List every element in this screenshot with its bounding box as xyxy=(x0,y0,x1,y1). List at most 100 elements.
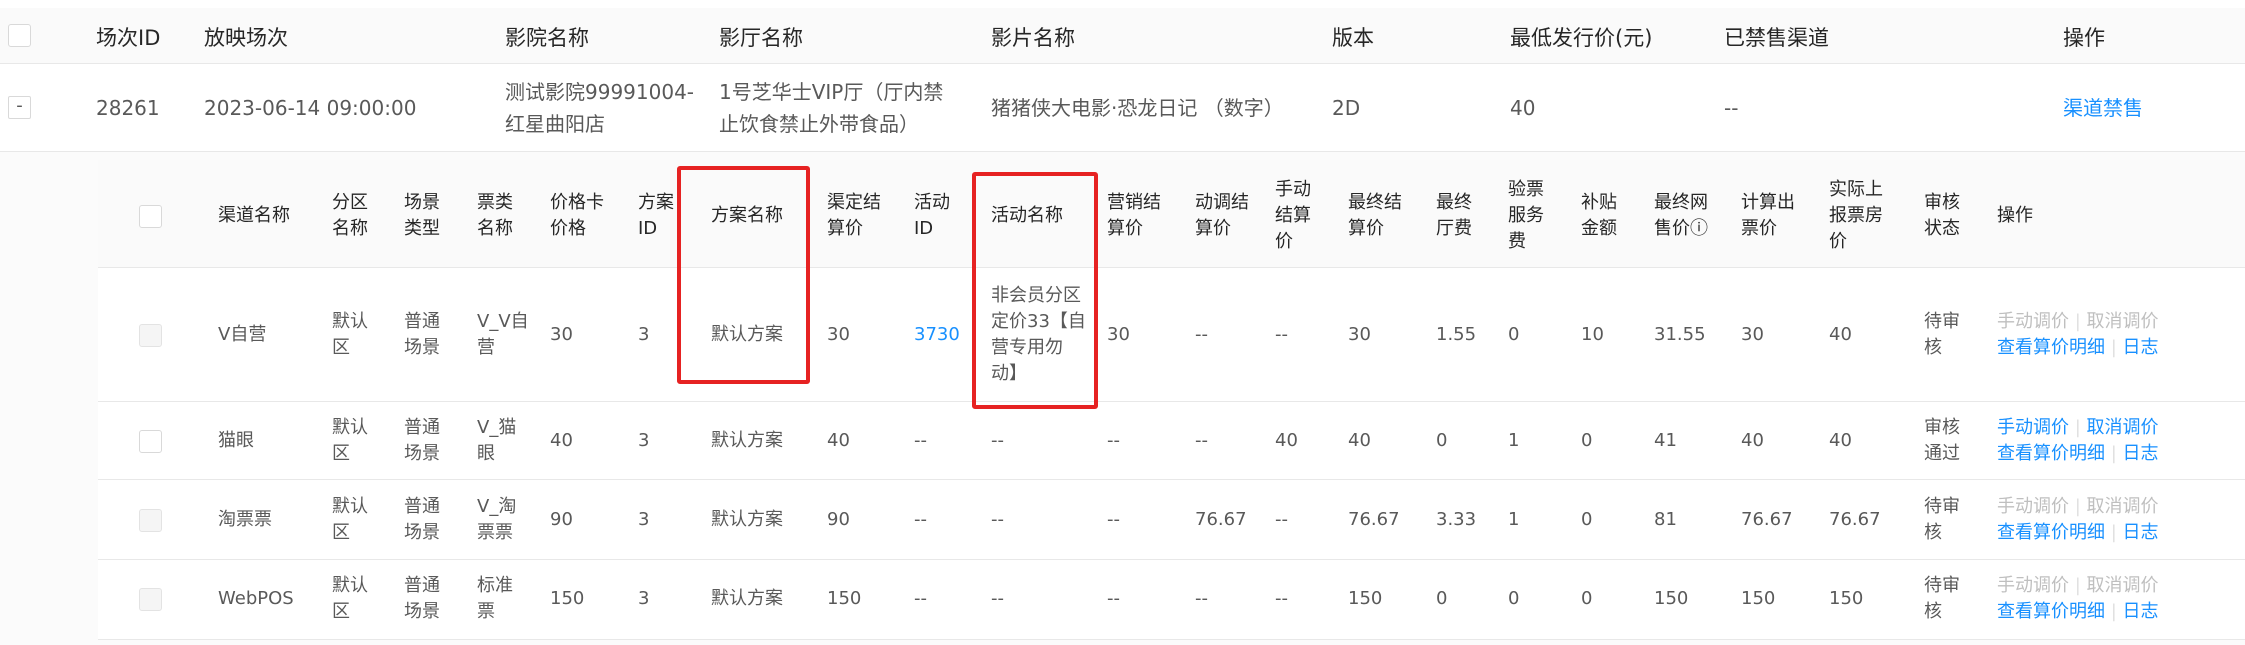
calc-ticket-price: 30 xyxy=(1741,324,1764,345)
header-activity-id: 活动 ID xyxy=(914,192,950,239)
row-actions: 手动调价 | 取消调价 查看算价明细 | 日志 xyxy=(1997,311,2159,358)
manual-settle: -- xyxy=(1275,324,1288,345)
channel-settle-price: 150 xyxy=(827,588,862,609)
marketing-settle: -- xyxy=(1107,430,1120,451)
film-name: 猪猪侠大电影·恐龙日记 （数字） xyxy=(991,96,1284,120)
header-session-id: 场次ID xyxy=(96,26,161,50)
activity-id: -- xyxy=(914,430,927,451)
header-cinema: 影院名称 xyxy=(505,26,589,50)
header-zone: 分区 名称 xyxy=(332,192,368,239)
cancel-adjust-link[interactable]: 取消调价 xyxy=(2087,575,2159,596)
header-channel-settle: 渠定结 算价 xyxy=(827,192,881,239)
plan-id: 3 xyxy=(638,588,650,609)
manual-adjust-link[interactable]: 手动调价 xyxy=(1997,311,2069,332)
calc-ticket-price: 40 xyxy=(1741,430,1764,451)
row-checkbox[interactable] xyxy=(139,324,162,347)
activity-id: -- xyxy=(914,588,927,609)
actual-box-price: 76.67 xyxy=(1829,509,1881,530)
row-actions: 手动调价 | 取消调价 查看算价明细 | 日志 xyxy=(1997,496,2159,543)
price-card: 30 xyxy=(550,324,573,345)
view-calc-detail-link[interactable]: 查看算价明细 xyxy=(1997,337,2105,358)
header-plan-id: 方案 ID xyxy=(638,192,674,239)
header-scene: 场景 类型 xyxy=(404,192,440,239)
marketing-settle: -- xyxy=(1107,509,1120,530)
header-channel: 渠道名称 xyxy=(218,205,290,226)
dynamic-settle: 76.67 xyxy=(1195,509,1247,530)
final-online-price: 31.55 xyxy=(1654,324,1706,345)
channel-name: WebPOS xyxy=(218,588,294,609)
log-link[interactable]: 日志 xyxy=(2123,443,2159,464)
view-calc-detail-link[interactable]: 查看算价明细 xyxy=(1997,601,2105,622)
plan-id: 3 xyxy=(638,324,650,345)
ticket-type: 标准票 xyxy=(477,575,513,622)
row-actions: 手动调价 | 取消调价 查看算价明细 | 日志 xyxy=(1997,575,2159,622)
header-calc-ticket-price: 计算出 票价 xyxy=(1741,192,1795,239)
final-online-price: 41 xyxy=(1654,430,1677,451)
header-dynamic-settle: 动调结 算价 xyxy=(1195,192,1249,239)
ticket-type: V_V自营 xyxy=(477,311,529,358)
channel-settle-price: 30 xyxy=(827,324,850,345)
info-icon[interactable]: ⓘ xyxy=(1690,218,1708,239)
actual-box-price: 150 xyxy=(1829,588,1864,609)
audit-status: 待审核 xyxy=(1924,311,1960,358)
outer-table-header: 场次ID 放映场次 影院名称 影厅名称 影片名称 版本 最低发行价(元) 已禁售… xyxy=(0,8,2245,64)
manual-settle: -- xyxy=(1275,509,1288,530)
header-verify-fee: 验票 服务费 xyxy=(1508,179,1544,252)
channel-settle-price: 90 xyxy=(827,509,850,530)
manual-settle: -- xyxy=(1275,588,1288,609)
final-hall-fee: 1.55 xyxy=(1436,324,1477,345)
header-screening: 放映场次 xyxy=(204,26,288,50)
header-marketing-settle: 营销结 算价 xyxy=(1107,192,1161,239)
final-hall-fee: 0 xyxy=(1436,430,1448,451)
price-card: 40 xyxy=(550,430,573,451)
header-actual-box-price: 实际上 报票房价 xyxy=(1829,179,1883,252)
view-calc-detail-link[interactable]: 查看算价明细 xyxy=(1997,443,2105,464)
plan-id: 3 xyxy=(638,509,650,530)
session-id: 28261 xyxy=(96,96,160,120)
activity-name: -- xyxy=(991,588,1004,609)
final-settle: 150 xyxy=(1348,588,1383,609)
plan-id: 3 xyxy=(638,430,650,451)
banned-channels: -- xyxy=(1724,96,1739,120)
row-checkbox[interactable] xyxy=(139,509,162,532)
audit-status: 审核 通过 xyxy=(1924,417,1960,464)
zone-name: 默认区 xyxy=(332,575,368,622)
scene-type: 普通 场景 xyxy=(404,575,440,622)
verify-fee: 0 xyxy=(1508,588,1520,609)
header-min-price: 最低发行价(元) xyxy=(1510,26,1653,50)
manual-adjust-link[interactable]: 手动调价 xyxy=(1997,496,2069,517)
header-inner-action: 操作 xyxy=(1997,205,2033,226)
manual-adjust-link[interactable]: 手动调价 xyxy=(1997,575,2069,596)
row-checkbox[interactable] xyxy=(139,588,162,611)
channel-ban-link[interactable]: 渠道禁售 xyxy=(2063,92,2143,124)
scene-type: 普通 场景 xyxy=(404,417,440,464)
cancel-adjust-link[interactable]: 取消调价 xyxy=(2087,311,2159,332)
header-manual-settle: 手动 结算价 xyxy=(1275,179,1311,252)
cancel-adjust-link[interactable]: 取消调价 xyxy=(2087,496,2159,517)
zone-name: 默认区 xyxy=(332,311,368,358)
log-link[interactable]: 日志 xyxy=(2123,337,2159,358)
cancel-adjust-link[interactable]: 取消调价 xyxy=(2087,417,2159,438)
log-link[interactable]: 日志 xyxy=(2123,522,2159,543)
header-film: 影片名称 xyxy=(991,26,1075,50)
channel-name: V自营 xyxy=(218,324,267,345)
channel-name: 淘票票 xyxy=(218,509,272,530)
ticket-type: V_猫眼 xyxy=(477,417,517,464)
marketing-settle: 30 xyxy=(1107,324,1130,345)
collapse-row-button[interactable]: - xyxy=(8,96,31,119)
subsidy: 0 xyxy=(1581,509,1593,530)
log-link[interactable]: 日志 xyxy=(2123,601,2159,622)
actual-box-price: 40 xyxy=(1829,430,1852,451)
inner-select-all-checkbox[interactable] xyxy=(139,205,162,228)
activity-id: -- xyxy=(914,509,927,530)
select-all-checkbox[interactable] xyxy=(8,24,31,47)
dynamic-settle: -- xyxy=(1195,588,1208,609)
manual-adjust-link[interactable]: 手动调价 xyxy=(1997,417,2069,438)
row-checkbox[interactable] xyxy=(139,430,162,453)
view-calc-detail-link[interactable]: 查看算价明细 xyxy=(1997,522,2105,543)
final-settle: 76.67 xyxy=(1348,509,1400,530)
subsidy: 0 xyxy=(1581,430,1593,451)
plan-name-highlight-box xyxy=(677,166,810,384)
header-subsidy: 补贴 金额 xyxy=(1581,192,1617,239)
activity-id-link[interactable]: 3730 xyxy=(914,322,960,348)
